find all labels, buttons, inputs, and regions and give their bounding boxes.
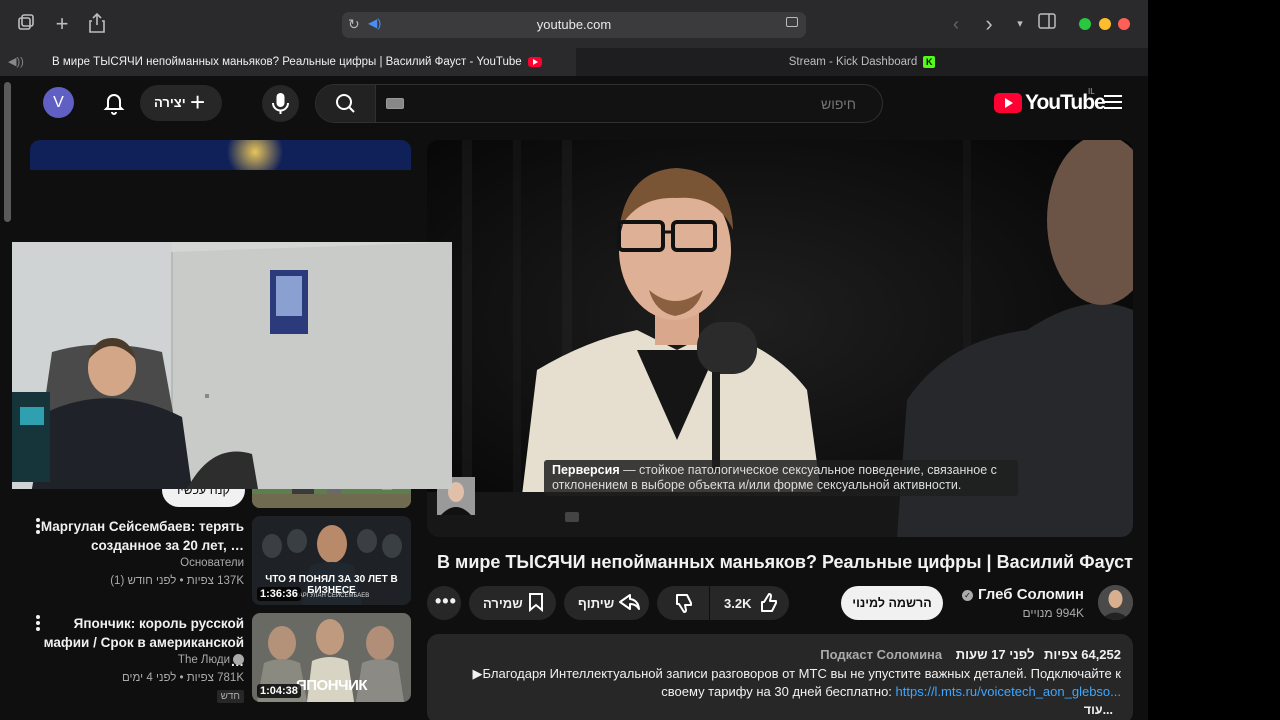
video-title[interactable]: Маргулан Сейсембаев: терять созданное за… xyxy=(34,517,244,555)
tab-title: В мире ТЫСЯЧИ непойманных маньяков? Реал… xyxy=(52,56,522,68)
video-meta: 137K צפיות • לפני חודש (1) xyxy=(110,575,244,587)
share-label: שיתוף xyxy=(578,596,615,611)
notifications-bell-icon[interactable] xyxy=(102,90,126,116)
window-minimize-button[interactable] xyxy=(1099,18,1111,30)
share-button[interactable]: שיתוף xyxy=(564,586,649,620)
country-code: IL xyxy=(1088,87,1095,96)
dislike-button[interactable] xyxy=(657,586,709,620)
window-zoom-button[interactable] xyxy=(1079,18,1091,30)
share-page-icon[interactable] xyxy=(85,12,109,36)
more-actions-button[interactable]: ••• xyxy=(427,586,461,620)
menu-icon[interactable] xyxy=(1104,95,1124,111)
verified-icon: ✓ xyxy=(962,589,974,601)
browser-toolbar: + ↻ ◀︎) youtube.com ‹ › ▾ xyxy=(0,0,1148,48)
search-button[interactable] xyxy=(316,85,376,122)
video-title: В мире ТЫСЯЧИ непойманных маньяков? Реал… xyxy=(437,552,1133,572)
video-thumbnail[interactable]: ЯПОНЧИК 1:04:38 xyxy=(252,613,411,702)
plus-icon: + xyxy=(190,87,206,117)
search-input[interactable] xyxy=(416,89,856,119)
tab-overview-icon[interactable] xyxy=(14,12,38,36)
video-duration: 1:04:38 xyxy=(257,684,301,698)
window-close-button[interactable] xyxy=(1118,18,1130,30)
desktop-background xyxy=(1148,0,1280,720)
save-button[interactable]: שמירה xyxy=(469,586,556,620)
like-button[interactable]: 3.2K xyxy=(710,586,789,620)
url-text: youtube.com xyxy=(536,17,612,32)
webcam-overlay xyxy=(12,242,452,489)
kick-favicon-icon: K xyxy=(923,55,936,68)
youtube-favicon-icon xyxy=(527,56,542,67)
reader-icon[interactable] xyxy=(786,17,798,27)
description-tag[interactable]: Подкаст Соломина xyxy=(820,647,942,662)
verified-icon xyxy=(233,654,244,666)
video-duration: 1:36:36 xyxy=(257,587,301,601)
description-text: своему тарифу на 30 дней бесплатно: xyxy=(661,684,896,699)
voice-search-button[interactable] xyxy=(262,85,299,122)
search-box xyxy=(315,84,883,123)
tab-title: Stream - Kick Dashboard xyxy=(788,56,918,68)
keyboard-icon[interactable] xyxy=(386,98,404,109)
chevron-down-icon[interactable]: ▾ xyxy=(1008,12,1032,36)
more-vert-icon[interactable] xyxy=(34,518,42,536)
subtitle-text: — стойкое патологическое сексуальное пов… xyxy=(552,463,997,492)
browser-window: + ↻ ◀︎) youtube.com ‹ › ▾ ◀︎)) В мире ТЫ… xyxy=(0,0,1148,720)
like-count: 3.2K xyxy=(724,596,752,611)
video-thumbnail[interactable]: ЧТО Я ПОНЯЛ ЗА 30 ЛЕТ В БИЗНЕСЕ МАРГУЛАН… xyxy=(252,516,411,605)
description-meta: 64,252 צפיות לפני 17 שעות Подкаст Соломи… xyxy=(820,647,1121,662)
bookmark-icon xyxy=(527,592,545,617)
list-item[interactable]: ЯПОНЧИК 1:04:38 Япончик: король русской … xyxy=(30,613,411,705)
channel-name-text: Глеб Соломин xyxy=(978,586,1084,603)
new-badge: חדש xyxy=(216,690,244,703)
video-meta: 781K צפיות • לפני 4 ימים xyxy=(121,672,244,684)
save-label: שמירה xyxy=(483,596,523,611)
back-icon[interactable]: ‹ xyxy=(944,12,968,36)
page-scrollbar[interactable] xyxy=(4,82,11,222)
tab-bar: ◀︎)) В мире ТЫСЯЧИ непойманных маньяков?… xyxy=(0,48,1148,76)
microphone-icon xyxy=(272,93,289,114)
channel-name[interactable]: The Люди xyxy=(178,654,244,666)
channel-name[interactable]: Глеб Соломин ✓ xyxy=(962,586,1084,603)
channel-avatar[interactable] xyxy=(1098,585,1133,620)
thumb-up-icon xyxy=(758,592,780,619)
webcam-frame xyxy=(12,242,452,489)
new-tab-icon[interactable]: + xyxy=(50,12,74,36)
more-vert-icon[interactable] xyxy=(34,615,42,633)
video-player[interactable]: Перверсия — стойкое патологическое сексу… xyxy=(427,140,1133,537)
upload-date: לפני 17 שעות xyxy=(955,647,1035,662)
sidebar-icon[interactable] xyxy=(1035,12,1059,36)
tab-kick[interactable]: Stream - Kick Dashboard K xyxy=(576,48,1148,76)
channel-name-text: The Люди xyxy=(177,654,230,666)
video-subtitle: Перверсия — стойкое патологическое сексу… xyxy=(544,460,1018,496)
description-box[interactable]: 64,252 צפיות לפני 17 שעות Подкаст Соломи… xyxy=(427,634,1133,720)
speaker-icon[interactable]: ◀︎)) xyxy=(8,48,24,76)
description-line: ▶Благодаря Интеллектуальной записи разго… xyxy=(472,666,1121,681)
search-icon xyxy=(336,94,355,113)
ad-banner[interactable] xyxy=(30,140,411,170)
forward-icon[interactable]: › xyxy=(977,12,1001,36)
subscriber-count: 994K מנויים xyxy=(1022,606,1084,620)
share-arrow-icon xyxy=(618,592,640,617)
avatar[interactable]: V xyxy=(43,87,74,118)
show-more-button[interactable]: ...עוד xyxy=(1084,703,1113,717)
create-button[interactable]: + יצירה xyxy=(140,85,222,121)
tab-youtube[interactable]: ◀︎)) В мире ТЫСЯЧИ непойманных маньяков?… xyxy=(0,48,576,76)
screen: + ↻ ◀︎) youtube.com ‹ › ▾ ◀︎)) В мире ТЫ… xyxy=(0,0,1280,720)
subtitles-icon[interactable] xyxy=(565,512,579,522)
view-count: 64,252 צפיות xyxy=(1044,647,1121,662)
description-line: своему тарифу на 30 дней бесплатно: http… xyxy=(661,684,1121,699)
subtitle-term: Перверсия xyxy=(552,463,620,477)
address-bar[interactable]: ↻ ◀︎) youtube.com xyxy=(342,12,806,38)
channel-name[interactable]: Основатели xyxy=(180,557,244,569)
description-link[interactable]: https://l.mts.ru/voicetech_aon_glebso... xyxy=(896,684,1121,699)
list-item[interactable]: ЧТО Я ПОНЯЛ ЗА 30 ЛЕТ В БИЗНЕСЕ МАРГУЛАН… xyxy=(30,516,411,608)
ad-banner-glow xyxy=(220,140,290,170)
youtube-page: V + יצירה YouTube IL xyxy=(0,76,1148,720)
subscribe-button[interactable]: הרשמה למינוי xyxy=(841,586,943,620)
create-label: יצירה xyxy=(154,95,186,110)
thumb-down-icon xyxy=(673,592,695,619)
more-horiz-icon: ••• xyxy=(435,591,457,611)
youtube-play-icon xyxy=(994,93,1022,113)
